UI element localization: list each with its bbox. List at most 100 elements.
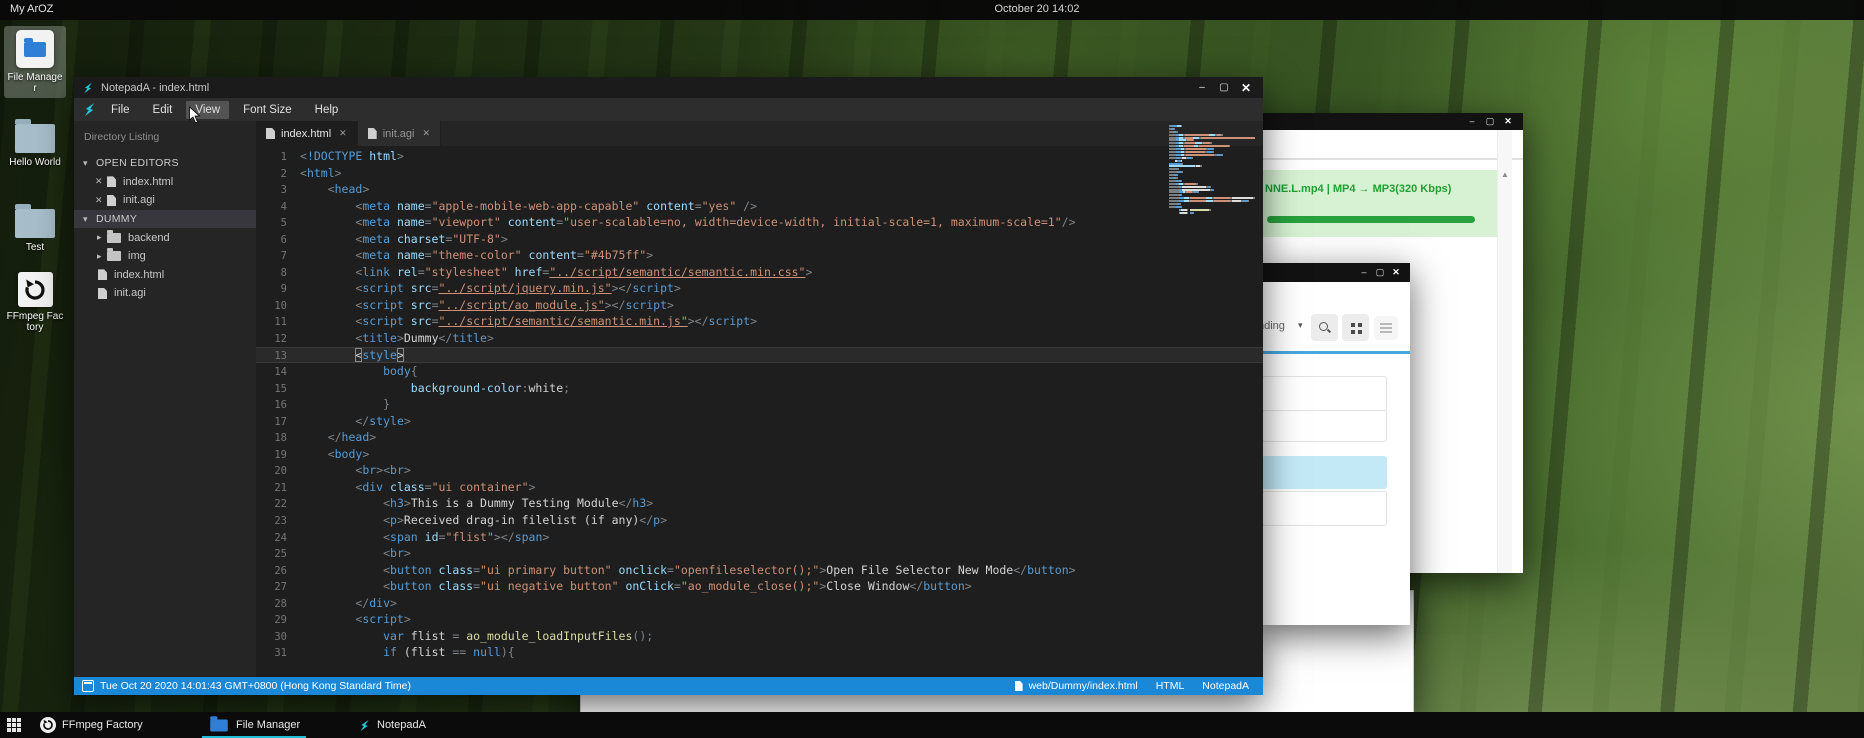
taskbar: FFmpeg Factory File Manager NotepadA	[0, 712, 1864, 738]
desktop-icon-file-manager[interactable]: File Manager	[4, 26, 66, 98]
scrollbar[interactable]: ▲	[1497, 130, 1512, 573]
list-item[interactable]	[1262, 410, 1387, 442]
code-line: 2<html>	[256, 165, 1263, 182]
status-language: HTML	[1156, 680, 1185, 692]
list-icon	[1380, 323, 1392, 325]
tab-index-html[interactable]: index.html ✕	[256, 121, 358, 146]
line-number: 10	[256, 297, 287, 314]
minimap[interactable]	[1169, 125, 1255, 215]
minimize-button[interactable]: –	[1191, 83, 1213, 93]
grid-view-button[interactable]	[1342, 314, 1369, 341]
desktop-icon-ffmpeg-factory[interactable]: FFmpeg Factory	[6, 272, 64, 333]
tree-item-index-html[interactable]: ✕ index.html	[74, 173, 256, 192]
code-text: var flist = ao_module_loadInputFiles();	[300, 628, 653, 645]
ffmpeg-window-titlebar[interactable]: – ▢ ✕	[1258, 113, 1523, 130]
code-line: 17 </style>	[256, 413, 1263, 430]
list-item[interactable]	[1262, 456, 1387, 489]
file-icon	[368, 128, 377, 139]
code-line: 18 </head>	[256, 429, 1263, 446]
search-button[interactable]	[1311, 314, 1338, 341]
chevron-down-icon[interactable]: ▾	[1298, 320, 1303, 331]
code-text: <button class="ui primary button" onclic…	[300, 562, 1076, 579]
menu-item-font-size[interactable]: Font Size	[234, 101, 301, 119]
line-number: 27	[256, 578, 287, 595]
desktop: My ArOZ October 20 14:02 File ManagerHel…	[0, 0, 1864, 738]
file-explorer-sidebar: Directory Listing ▾OPEN EDITORS✕index.ht…	[74, 121, 256, 677]
folder-icon	[107, 251, 121, 261]
tree-item-init-agi[interactable]: init.agi	[74, 284, 256, 303]
maximize-button[interactable]: ▢	[1372, 268, 1388, 277]
taskbar-item-file-manager[interactable]: File Manager	[200, 712, 308, 738]
close-icon[interactable]: ✕	[95, 195, 107, 206]
taskbar-item-notepada[interactable]: NotepadA	[350, 712, 434, 738]
close-icon[interactable]: ✕	[339, 128, 347, 139]
apps-grid-icon[interactable]	[7, 718, 11, 722]
chevron-right-icon: ▸	[97, 232, 107, 243]
tree-item-label: img	[128, 250, 146, 262]
tab-init-agi[interactable]: init.agi✕	[358, 121, 441, 146]
list-view-button[interactable]	[1374, 316, 1398, 340]
minimize-button[interactable]: –	[1463, 117, 1481, 126]
line-number: 19	[256, 446, 287, 463]
tree-item-init-agi[interactable]: ✕init.agi	[74, 191, 256, 210]
tree-section-dummy[interactable]: ▾DUMMY	[74, 210, 256, 229]
line-number: 14	[256, 363, 287, 380]
tab-label: index.html	[281, 128, 331, 140]
code-line: 30 var flist = ao_module_loadInputFiles(…	[256, 628, 1263, 645]
close-icon[interactable]: ✕	[95, 176, 107, 187]
chevron-down-icon: ▾	[83, 214, 93, 225]
code-line: 5 <meta name="viewport" content="user-sc…	[256, 214, 1263, 231]
list-item[interactable]	[1262, 491, 1387, 526]
desktop-icon-label: FFmpeg Factory	[6, 311, 64, 333]
menu-item-view[interactable]: View	[186, 101, 229, 119]
code-line: 24 <span id="flist"></span>	[256, 529, 1263, 546]
line-number: 7	[256, 247, 287, 264]
taskbar-item-label: FFmpeg Factory	[62, 719, 143, 731]
desktop-icon-test[interactable]: Test	[6, 203, 64, 253]
maximize-button[interactable]: ▢	[1481, 117, 1499, 126]
close-icon[interactable]: ✕	[1388, 268, 1404, 277]
code-text: <title>Dummy</title>	[300, 330, 494, 347]
code-editor[interactable]: index.html✕init.agi✕ 1<!DOCTYPE html>2<h…	[256, 121, 1263, 677]
tree-item-label: index.html	[123, 176, 173, 188]
tree-item-index-html[interactable]: index.html	[74, 266, 256, 285]
search-icon	[1318, 321, 1331, 334]
aroz-brand: My ArOZ	[10, 3, 53, 15]
menu-item-help[interactable]: Help	[306, 101, 348, 119]
line-number: 31	[256, 644, 287, 661]
desktop-icon-hello-world[interactable]: Hello World	[6, 118, 64, 168]
folder-icon	[15, 124, 55, 153]
folder-icon	[24, 42, 46, 57]
taskbar-item-ffmpeg-factory[interactable]: FFmpeg Factory	[32, 712, 151, 738]
menu-item-file[interactable]: File	[102, 101, 139, 119]
code-line: 10 <script src="../script/ao_module.js">…	[256, 297, 1263, 314]
status-filepath: web/Dummy/index.html	[1029, 680, 1138, 692]
maximize-button[interactable]: ▢	[1213, 83, 1235, 93]
tree-item-img[interactable]: ▸ img	[74, 247, 256, 266]
file-icon	[98, 269, 107, 280]
code-text: <br><br>	[300, 462, 411, 479]
tree-item-backend[interactable]: ▸backend	[74, 228, 256, 247]
code-text: }	[300, 396, 390, 413]
line-number: 1	[256, 148, 287, 165]
close-icon[interactable]: ✕	[1235, 82, 1257, 94]
notepada-titlebar[interactable]: NotepadA - index.html – ▢ ✕	[74, 77, 1263, 98]
close-icon[interactable]: ✕	[1499, 117, 1517, 126]
code-text: <style>	[300, 347, 404, 364]
menu-item-edit[interactable]: Edit	[144, 101, 182, 119]
list-item[interactable]	[1262, 376, 1387, 413]
close-icon[interactable]: ✕	[422, 128, 430, 139]
list-window-titlebar[interactable]: – ▢ ✕	[1256, 263, 1410, 282]
code-line: 4 <meta name="apple-mobile-web-app-capab…	[256, 198, 1263, 215]
chevron-right-icon: ▸	[97, 251, 107, 262]
grid-icon	[1351, 323, 1355, 327]
minimize-button[interactable]: –	[1356, 268, 1372, 277]
code-area[interactable]: 1<!DOCTYPE html>2<html>3 <head>4 <meta n…	[256, 146, 1263, 677]
scroll-up-icon[interactable]: ▲	[1498, 170, 1512, 179]
code-text: <head>	[300, 181, 369, 198]
line-number: 5	[256, 214, 287, 231]
code-text: <div class="ui container">	[300, 479, 535, 496]
file-icon	[1015, 681, 1023, 691]
tree-section-open-editors[interactable]: ▾OPEN EDITORS	[74, 154, 256, 173]
code-line: 28 </div>	[256, 595, 1263, 612]
